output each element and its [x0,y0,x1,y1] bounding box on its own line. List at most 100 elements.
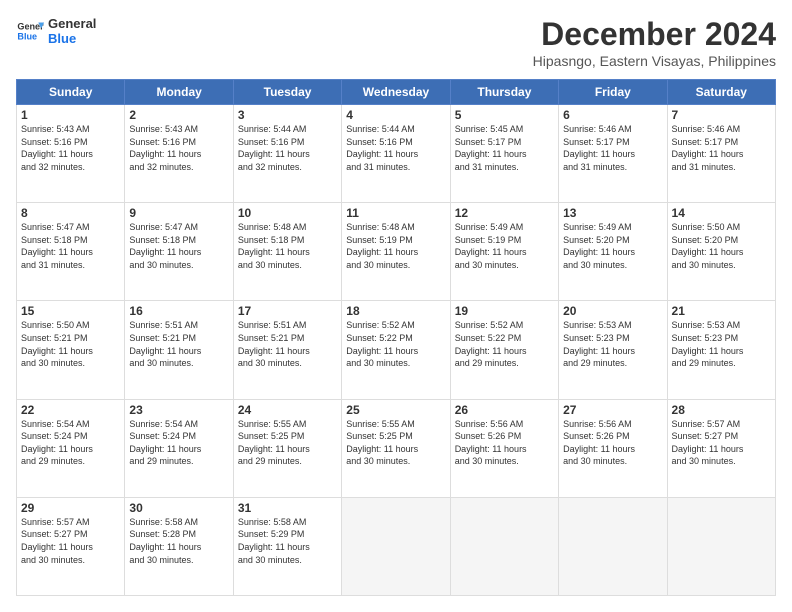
day-cell [667,497,775,595]
day-cell: 17Sunrise: 5:51 AMSunset: 5:21 PMDayligh… [233,301,341,399]
col-friday: Friday [559,80,667,105]
col-saturday: Saturday [667,80,775,105]
day-cell: 11Sunrise: 5:48 AMSunset: 5:19 PMDayligh… [342,203,450,301]
page: General Blue General Blue December 2024 … [0,0,792,612]
day-number: 21 [672,304,771,318]
day-info: Sunrise: 5:44 AMSunset: 5:16 PMDaylight:… [238,123,337,173]
day-info: Sunrise: 5:49 AMSunset: 5:20 PMDaylight:… [563,221,662,271]
day-cell: 4Sunrise: 5:44 AMSunset: 5:16 PMDaylight… [342,105,450,203]
day-number: 8 [21,206,120,220]
day-cell: 29Sunrise: 5:57 AMSunset: 5:27 PMDayligh… [17,497,125,595]
day-cell: 10Sunrise: 5:48 AMSunset: 5:18 PMDayligh… [233,203,341,301]
logo-general: General [48,16,96,31]
day-cell: 26Sunrise: 5:56 AMSunset: 5:26 PMDayligh… [450,399,558,497]
day-info: Sunrise: 5:57 AMSunset: 5:27 PMDaylight:… [21,516,120,566]
day-cell: 3Sunrise: 5:44 AMSunset: 5:16 PMDaylight… [233,105,341,203]
day-number: 23 [129,403,228,417]
day-info: Sunrise: 5:49 AMSunset: 5:19 PMDaylight:… [455,221,554,271]
day-info: Sunrise: 5:44 AMSunset: 5:16 PMDaylight:… [346,123,445,173]
day-cell: 9Sunrise: 5:47 AMSunset: 5:18 PMDaylight… [125,203,233,301]
logo-blue: Blue [48,31,96,46]
day-cell: 24Sunrise: 5:55 AMSunset: 5:25 PMDayligh… [233,399,341,497]
week-row-3: 15Sunrise: 5:50 AMSunset: 5:21 PMDayligh… [17,301,776,399]
day-info: Sunrise: 5:56 AMSunset: 5:26 PMDaylight:… [563,418,662,468]
day-number: 19 [455,304,554,318]
day-number: 18 [346,304,445,318]
day-info: Sunrise: 5:55 AMSunset: 5:25 PMDaylight:… [238,418,337,468]
day-cell: 13Sunrise: 5:49 AMSunset: 5:20 PMDayligh… [559,203,667,301]
day-info: Sunrise: 5:43 AMSunset: 5:16 PMDaylight:… [129,123,228,173]
day-cell: 7Sunrise: 5:46 AMSunset: 5:17 PMDaylight… [667,105,775,203]
day-cell: 14Sunrise: 5:50 AMSunset: 5:20 PMDayligh… [667,203,775,301]
day-number: 2 [129,108,228,122]
day-number: 9 [129,206,228,220]
day-info: Sunrise: 5:54 AMSunset: 5:24 PMDaylight:… [21,418,120,468]
day-info: Sunrise: 5:57 AMSunset: 5:27 PMDaylight:… [672,418,771,468]
logo-icon: General Blue [16,17,44,45]
main-title: December 2024 [533,16,776,53]
calendar: Sunday Monday Tuesday Wednesday Thursday… [16,79,776,596]
day-number: 28 [672,403,771,417]
day-cell [450,497,558,595]
day-cell: 21Sunrise: 5:53 AMSunset: 5:23 PMDayligh… [667,301,775,399]
day-number: 11 [346,206,445,220]
col-sunday: Sunday [17,80,125,105]
day-cell: 25Sunrise: 5:55 AMSunset: 5:25 PMDayligh… [342,399,450,497]
day-info: Sunrise: 5:58 AMSunset: 5:28 PMDaylight:… [129,516,228,566]
day-number: 6 [563,108,662,122]
day-number: 10 [238,206,337,220]
day-info: Sunrise: 5:54 AMSunset: 5:24 PMDaylight:… [129,418,228,468]
col-wednesday: Wednesday [342,80,450,105]
day-info: Sunrise: 5:47 AMSunset: 5:18 PMDaylight:… [21,221,120,271]
day-number: 12 [455,206,554,220]
logo: General Blue General Blue [16,16,96,46]
day-number: 31 [238,501,337,515]
day-info: Sunrise: 5:50 AMSunset: 5:21 PMDaylight:… [21,319,120,369]
svg-text:Blue: Blue [17,31,37,41]
day-cell: 8Sunrise: 5:47 AMSunset: 5:18 PMDaylight… [17,203,125,301]
day-cell: 30Sunrise: 5:58 AMSunset: 5:28 PMDayligh… [125,497,233,595]
day-number: 29 [21,501,120,515]
day-info: Sunrise: 5:50 AMSunset: 5:20 PMDaylight:… [672,221,771,271]
day-info: Sunrise: 5:53 AMSunset: 5:23 PMDaylight:… [563,319,662,369]
day-info: Sunrise: 5:47 AMSunset: 5:18 PMDaylight:… [129,221,228,271]
day-number: 16 [129,304,228,318]
week-row-4: 22Sunrise: 5:54 AMSunset: 5:24 PMDayligh… [17,399,776,497]
day-info: Sunrise: 5:46 AMSunset: 5:17 PMDaylight:… [563,123,662,173]
day-cell: 19Sunrise: 5:52 AMSunset: 5:22 PMDayligh… [450,301,558,399]
day-info: Sunrise: 5:48 AMSunset: 5:18 PMDaylight:… [238,221,337,271]
day-number: 30 [129,501,228,515]
day-info: Sunrise: 5:56 AMSunset: 5:26 PMDaylight:… [455,418,554,468]
day-info: Sunrise: 5:45 AMSunset: 5:17 PMDaylight:… [455,123,554,173]
day-number: 7 [672,108,771,122]
col-tuesday: Tuesday [233,80,341,105]
day-cell: 20Sunrise: 5:53 AMSunset: 5:23 PMDayligh… [559,301,667,399]
day-cell [342,497,450,595]
day-number: 25 [346,403,445,417]
day-info: Sunrise: 5:51 AMSunset: 5:21 PMDaylight:… [129,319,228,369]
col-thursday: Thursday [450,80,558,105]
day-cell: 1Sunrise: 5:43 AMSunset: 5:16 PMDaylight… [17,105,125,203]
day-number: 17 [238,304,337,318]
day-info: Sunrise: 5:52 AMSunset: 5:22 PMDaylight:… [346,319,445,369]
day-number: 4 [346,108,445,122]
day-info: Sunrise: 5:52 AMSunset: 5:22 PMDaylight:… [455,319,554,369]
day-info: Sunrise: 5:55 AMSunset: 5:25 PMDaylight:… [346,418,445,468]
day-info: Sunrise: 5:58 AMSunset: 5:29 PMDaylight:… [238,516,337,566]
week-row-2: 8Sunrise: 5:47 AMSunset: 5:18 PMDaylight… [17,203,776,301]
day-number: 5 [455,108,554,122]
day-cell: 28Sunrise: 5:57 AMSunset: 5:27 PMDayligh… [667,399,775,497]
day-number: 24 [238,403,337,417]
day-cell: 16Sunrise: 5:51 AMSunset: 5:21 PMDayligh… [125,301,233,399]
day-cell: 27Sunrise: 5:56 AMSunset: 5:26 PMDayligh… [559,399,667,497]
day-info: Sunrise: 5:48 AMSunset: 5:19 PMDaylight:… [346,221,445,271]
day-info: Sunrise: 5:53 AMSunset: 5:23 PMDaylight:… [672,319,771,369]
title-section: December 2024 Hipasngo, Eastern Visayas,… [533,16,776,69]
header-row: Sunday Monday Tuesday Wednesday Thursday… [17,80,776,105]
day-number: 14 [672,206,771,220]
day-number: 15 [21,304,120,318]
day-cell: 12Sunrise: 5:49 AMSunset: 5:19 PMDayligh… [450,203,558,301]
subtitle: Hipasngo, Eastern Visayas, Philippines [533,53,776,69]
day-cell: 23Sunrise: 5:54 AMSunset: 5:24 PMDayligh… [125,399,233,497]
day-number: 22 [21,403,120,417]
